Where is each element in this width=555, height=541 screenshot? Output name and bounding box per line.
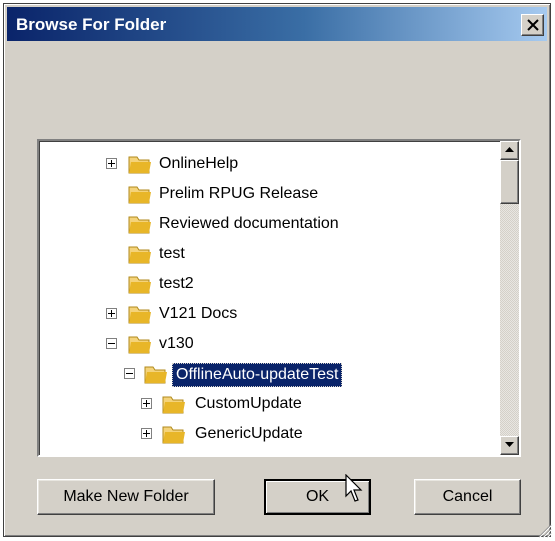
tree-item-offlineauto-updatetest[interactable]: OfflineAuto-updateTest [39,359,499,389]
vertical-scrollbar[interactable] [500,141,519,455]
folder-icon [128,186,151,204]
title-bar[interactable]: Browse For Folder [7,7,547,41]
tree-item-label: OnlineHelp [159,155,239,172]
tree-item-label: CustomUpdate [195,395,302,412]
close-icon [527,19,539,31]
expand-icon[interactable] [141,398,152,409]
tree-item-genericupdate[interactable]: GenericUpdate [39,419,499,449]
tree-item-test[interactable]: test [39,239,499,269]
folder-icon [128,276,151,294]
folder-icon [128,336,151,354]
tree-item-label: test2 [159,275,194,292]
scroll-thumb[interactable] [500,160,519,204]
folder-icon [128,306,151,324]
make-new-folder-button[interactable]: Make New Folder [37,479,215,515]
folder-icon [128,156,151,174]
tree-item-label-selected: OfflineAuto-updateTest [172,363,343,387]
cancel-button[interactable]: Cancel [414,479,521,515]
scroll-up-button[interactable] [500,141,519,160]
expand-icon[interactable] [106,308,117,319]
window-title: Browse For Folder [16,15,167,34]
folder-icon [128,216,151,234]
mouse-cursor-icon [345,474,363,502]
collapse-icon[interactable] [106,338,117,349]
tree-item-label: V121 Docs [159,305,238,322]
arrow-down-icon [505,442,514,447]
tree-item-label: test [159,245,185,262]
resize-grip-icon[interactable] [536,522,552,538]
expand-icon[interactable] [106,158,117,169]
folder-open-icon [144,366,167,384]
folder-icon [162,426,185,444]
tree-item-onlinehelp[interactable]: OnlineHelp [39,149,499,179]
tree-item-reviewed-documentation[interactable]: Reviewed documentation [39,209,499,239]
tree-item-label: v130 [159,335,194,352]
collapse-icon[interactable] [124,368,135,379]
tree-item-test2[interactable]: test2 [39,269,499,299]
tree-item-v121-docs[interactable]: V121 Docs [39,299,499,329]
tree-item-prelim-rpug-release[interactable]: Prelim RPUG Release [39,179,499,209]
tree-item-customupdate[interactable]: CustomUpdate [39,389,499,419]
folder-tree[interactable]: OnlineHelp Prelim RPUG Release Reviewed … [37,139,521,457]
tree-item-label: Reviewed documentation [159,215,339,232]
close-button[interactable] [521,14,544,36]
scroll-down-button[interactable] [500,436,519,455]
folder-icon [128,246,151,264]
tree-item-v130[interactable]: v130 [39,329,499,359]
expand-icon[interactable] [141,428,152,439]
arrow-up-icon [505,147,514,152]
folder-icon [162,396,185,414]
tree-item-label: Prelim RPUG Release [159,185,319,202]
tree-item-label: GenericUpdate [195,425,303,442]
